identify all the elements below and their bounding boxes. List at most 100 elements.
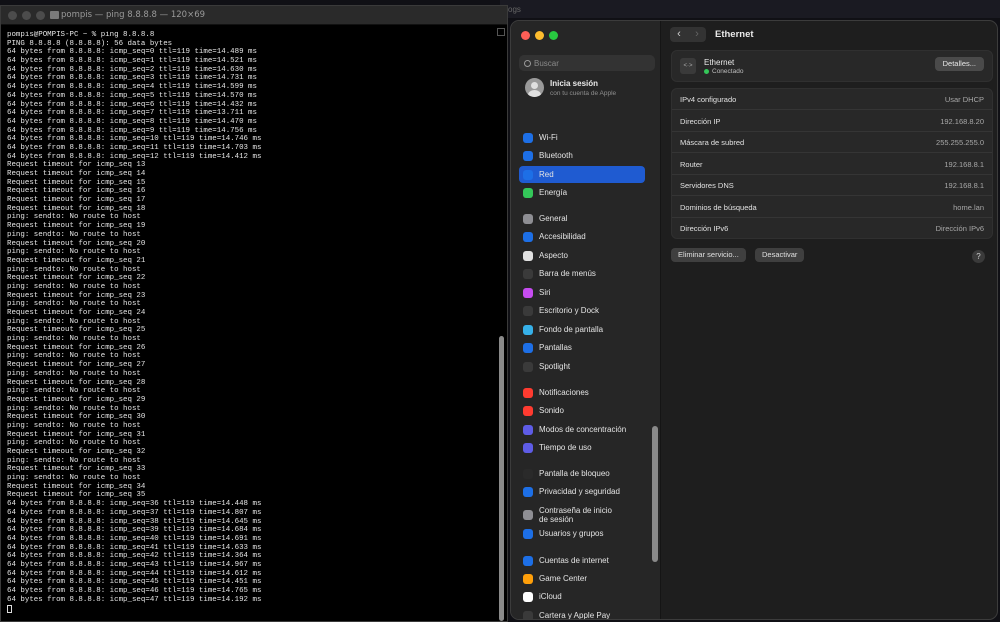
sidebar-item-label: Spotlight [539, 362, 571, 371]
battery-icon [523, 187, 533, 198]
sidebar-item-privacidad-y-seguridad[interactable]: Privacidad y seguridad [519, 483, 645, 500]
sidebar-item-label: Wi-Fi [539, 133, 558, 142]
sidebar-item-label: Pantallas [539, 343, 572, 352]
sidebar-item-modos-de-concentración[interactable]: Modos de concentración [519, 421, 645, 438]
apple-account-signin[interactable]: Inicia sesión con tu cuenta de Apple [525, 78, 616, 97]
sidebar-item-general[interactable]: General [519, 210, 645, 227]
info-value: 255.255.255.0 [936, 138, 984, 147]
search-input[interactable] [534, 58, 644, 68]
info-key: Dominios de búsqueda [680, 202, 757, 212]
status-label: Conectado [712, 68, 744, 75]
sidebar-item-aspecto[interactable]: Aspecto [519, 247, 645, 264]
sidebar-item-pantallas[interactable]: Pantallas [519, 339, 645, 356]
minimize-button[interactable] [535, 31, 544, 40]
terminal-split-icon[interactable] [497, 28, 505, 36]
sidebar-item-usuarios-y-grupos[interactable]: Usuarios y grupos [519, 525, 645, 542]
sidebar-item-icloud[interactable]: iCloud [519, 588, 645, 605]
search-field[interactable] [519, 55, 655, 71]
terminal-line: Request timeout for icmp_seq 32 [7, 448, 146, 456]
terminal-line: Request timeout for icmp_seq 30 [7, 413, 146, 422]
sidebar-item-fondo-de-pantalla[interactable]: Fondo de pantalla [519, 321, 645, 338]
info-key: Router [680, 159, 703, 169]
terminal-line: ping: sendto: No route to host [7, 387, 141, 396]
sidebar-item-siri[interactable]: Siri [519, 284, 645, 301]
sidebar-item-label: Cuentas de internet [539, 556, 609, 565]
sidebar-item-label: Escritorio y Dock [539, 306, 600, 315]
background-window-tab: ogs [508, 5, 521, 14]
terminal-titlebar[interactable]: pompis — ping 8.8.8.8 — 120×69 [1, 6, 507, 25]
forward-button[interactable]: › [688, 27, 706, 42]
sidebar-item-notificaciones[interactable]: Notificaciones [519, 384, 645, 401]
sidebar-item-label: Red [539, 170, 554, 179]
window-controls [521, 31, 558, 40]
sidebar-item-game-center[interactable]: Game Center [519, 570, 645, 587]
details-button[interactable]: Detalles... [934, 57, 984, 71]
focus-moon-icon [523, 424, 533, 435]
screen-time-icon [523, 442, 533, 453]
sidebar-item-cuentas-de-internet[interactable]: Cuentas de internet [519, 552, 645, 569]
sidebar-scrollbar[interactable] [652, 426, 658, 562]
sidebar-item-wi-fi[interactable]: Wi-Fi [519, 129, 645, 146]
deactivate-button[interactable]: Desactivar [755, 248, 805, 262]
sidebar-item-energía[interactable]: Energía [519, 184, 645, 201]
terminal-output[interactable]: pompis@POMPIS-PC ~ % ping 8.8.8.8 PING 8.… [7, 31, 495, 613]
sidebar-item-bluetooth[interactable]: Bluetooth [519, 147, 645, 164]
sidebar-item-label: Privacidad y seguridad [539, 487, 620, 496]
sidebar-item-spotlight[interactable]: Spotlight [519, 358, 645, 375]
terminal-window[interactable]: pompis — ping 8.8.8.8 — 120×69 pompis@PO… [0, 5, 508, 622]
terminal-line: ping: sendto: No route to host [7, 421, 141, 430]
terminal-line: PING 8.8.8.8 (8.8.8.8): 56 data bytes [7, 39, 173, 48]
users-icon [523, 528, 533, 539]
terminal-line: 64 bytes from 8.8.8.8: icmp_seq=36 ttl=1… [7, 500, 262, 509]
dock-icon [523, 305, 533, 316]
interface-name: Ethernet [704, 58, 735, 67]
zoom-button[interactable] [549, 31, 558, 40]
sound-icon [523, 405, 533, 416]
sidebar-item-cartera-y-apple-pay[interactable]: Cartera y Apple Pay [519, 607, 645, 619]
notifications-icon [523, 387, 533, 398]
terminal-line: 64 bytes from 8.8.8.8: icmp_seq=40 ttl=1… [7, 534, 262, 543]
terminal-line: Request timeout for icmp_seq 23 [7, 291, 146, 300]
terminal-line [7, 604, 495, 613]
sidebar-item-escritorio-y-dock[interactable]: Escritorio y Dock [519, 302, 645, 319]
sidebar-item-accesibilidad[interactable]: Accesibilidad [519, 228, 645, 245]
sidebar-item-label: Notificaciones [539, 388, 589, 397]
terminal-line: ping: sendto: No route to host [7, 439, 141, 448]
sidebar-item-tiempo-de-uso[interactable]: Tiempo de uso [519, 439, 645, 456]
terminal-line: 64 bytes from 8.8.8.8: icmp_seq=37 ttl=1… [7, 508, 262, 517]
settings-sidebar: Inicia sesión con tu cuenta de Apple Wi-… [511, 21, 661, 619]
icloud-icon [523, 591, 533, 602]
sidebar-item-pantalla-de-bloqueo[interactable]: Pantalla de bloqueo [519, 465, 645, 482]
game-center-icon [523, 573, 533, 584]
terminal-line: 64 bytes from 8.8.8.8: icmp_seq=5 ttl=11… [7, 91, 257, 100]
terminal-line: Request timeout for icmp_seq 33 [7, 465, 146, 474]
sidebar-item-contraseña-de-inicio-de-sesión[interactable]: Contraseña de inicio de sesión [519, 504, 645, 526]
terminal-line: ping: sendto: No route to host [7, 317, 141, 326]
terminal-line: 64 bytes from 8.8.8.8: icmp_seq=0 ttl=11… [7, 48, 257, 57]
terminal-line: Request timeout for icmp_seq 35 [7, 491, 146, 500]
remove-service-button[interactable]: Eliminar servicio... [671, 248, 746, 262]
back-button[interactable]: ‹ [670, 27, 688, 42]
terminal-line: Request timeout for icmp_seq 14 [7, 170, 146, 178]
terminal-line: Request timeout for icmp_seq 17 [7, 196, 146, 205]
bluetooth-icon [523, 150, 533, 161]
terminal-line: Request timeout for icmp_seq 24 [7, 309, 146, 317]
help-button[interactable]: ? [972, 250, 985, 263]
terminal-line: 64 bytes from 8.8.8.8: icmp_seq=44 ttl=1… [7, 569, 262, 578]
account-title: Inicia sesión [550, 78, 599, 88]
system-settings-window[interactable]: Inicia sesión con tu cuenta de Apple Wi-… [510, 20, 998, 620]
sidebar-item-barra-de-menús[interactable]: Barra de menús [519, 265, 645, 282]
terminal-line: pompis@POMPIS-PC ~ % ping 8.8.8.8 [7, 31, 155, 39]
search-icon [524, 59, 531, 67]
lock-screen-icon [523, 468, 533, 479]
terminal-line: Request timeout for icmp_seq 18 [7, 204, 146, 213]
sidebar-item-red[interactable]: Red [519, 166, 645, 183]
sidebar-item-label: Tiempo de uso [539, 443, 592, 452]
terminal-line: Request timeout for icmp_seq 19 [7, 222, 146, 231]
sidebar-item-label: iCloud [539, 592, 562, 601]
close-button[interactable] [521, 31, 530, 40]
sidebar-item-sonido[interactable]: Sonido [519, 402, 645, 419]
terminal-line: 64 bytes from 8.8.8.8: icmp_seq=4 ttl=11… [7, 83, 257, 92]
terminal-scrollbar[interactable] [499, 336, 504, 621]
info-row: Dirección IPv6 Dirección IPv6 [672, 218, 992, 239]
